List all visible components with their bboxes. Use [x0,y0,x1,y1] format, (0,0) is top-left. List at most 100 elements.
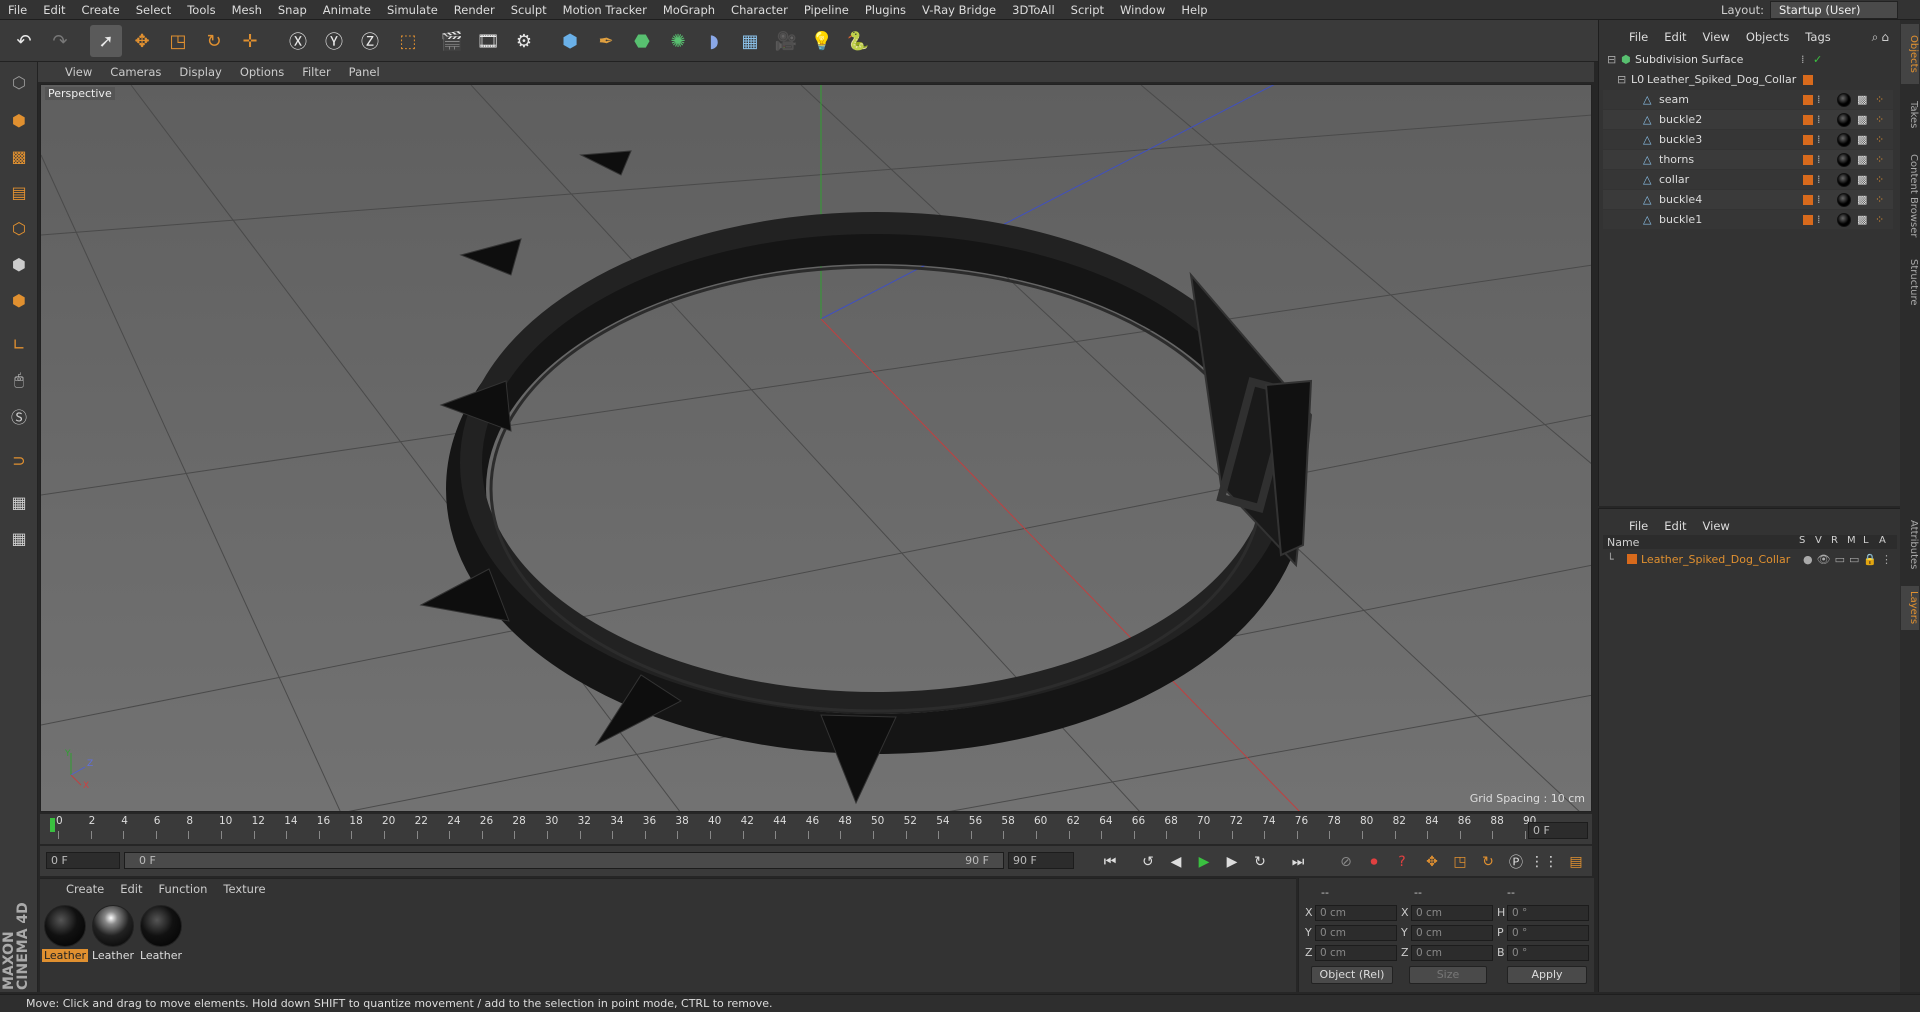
layer-tag-icon[interactable] [1803,135,1813,145]
render-view-icon[interactable]: 🎬 [436,25,468,57]
material-tag-icon[interactable] [1837,132,1851,147]
menu-item-edit[interactable]: Edit [35,3,73,17]
menu-item-animate[interactable]: Animate [315,3,379,17]
coordinate-system-icon[interactable]: ⬚ [392,25,424,57]
start-frame-field[interactable]: 0 F [46,852,120,869]
texture-tag-icon[interactable]: ▩ [1857,193,1867,206]
layer-tag-icon[interactable] [1803,195,1813,205]
menu-item-tools[interactable]: Tools [179,3,223,17]
object-row-seam[interactable]: △ seam ⁞ ▩ ⁘ [1603,90,1893,109]
visibility-dots-icon[interactable]: ⁞ [1817,113,1821,126]
object-row-thorns[interactable]: △ thorns ⁞ ▩ ⁘ [1603,150,1893,169]
material-tag-icon[interactable] [1837,152,1851,167]
visibility-dots-icon[interactable]: ⁞ [1817,153,1821,166]
render-picture-viewer-icon[interactable]: 🎞 [472,25,504,57]
key-pla-icon[interactable]: ⋮⋮ [1530,850,1558,874]
timeline-ruler[interactable]: 0 2 4 6 8 10 12 14 16 18 20 22 24 26 28 30 32 34 36 38 40 42 4… [40,814,1592,844]
apply-button[interactable]: Apply [1507,966,1587,984]
texture-mode-icon[interactable]: ▩ [3,140,35,172]
playhead[interactable] [50,818,55,832]
record-icon[interactable]: ⏺ [1362,850,1386,874]
current-frame-field[interactable]: 0 F [1528,822,1588,839]
range-slider[interactable]: 0 F 90 F [124,852,1004,869]
live-selection-icon[interactable]: ➚ [90,25,122,57]
object-row-parent[interactable]: ⊟ L0 Leather_Spiked_Dog_Collar [1603,70,1893,89]
material-swatch[interactable]: Leather [90,903,136,965]
side-tab-takes[interactable]: Takes [1901,90,1919,140]
material-tag-icon[interactable] [1837,192,1851,207]
key-position-icon[interactable]: ✥ [1420,850,1444,874]
coordinate-mode-select[interactable]: Object (Rel) [1311,966,1393,984]
deformer-icon[interactable]: ◗ [698,25,730,57]
go-to-start-icon[interactable]: ⏮ [1098,850,1122,874]
cube-icon[interactable]: ⬢ [554,25,586,57]
menu-item-window[interactable]: Window [1112,3,1173,17]
magnet-icon[interactable]: ⊃ [3,444,35,476]
size-mode-select[interactable]: Size [1409,966,1487,984]
locked-workplane-icon[interactable]: ▦ [3,486,35,518]
menu-item-character[interactable]: Character [723,3,796,17]
uvw-tag-icon[interactable]: ⁘ [1875,173,1884,186]
object-row-buckle4[interactable]: △ buckle4 ⁞ ▩ ⁘ [1603,190,1893,209]
layer-menu-view[interactable]: View [1695,519,1738,533]
collar-model[interactable] [419,150,1313,805]
model-mode-icon[interactable]: ⬢ [3,104,35,136]
side-tab-objects[interactable]: Objects [1901,24,1919,84]
viewport-menu-panel[interactable]: Panel [340,65,389,79]
object-menu-edit[interactable]: Edit [1656,30,1694,44]
position-field[interactable]: 0 cm [1315,905,1397,921]
next-key-icon[interactable]: ↻ [1248,850,1272,874]
texture-tag-icon[interactable]: ▩ [1857,173,1867,186]
uvw-tag-icon[interactable]: ⁘ [1875,193,1884,206]
menu-item-motion-tracker[interactable]: Motion Tracker [555,3,655,17]
axis-mode-icon[interactable]: ∟ [3,328,35,360]
menu-item-mograph[interactable]: MoGraph [655,3,723,17]
size-field[interactable]: 0 cm [1411,925,1493,941]
visibility-dots-icon[interactable]: ⁞ [1817,93,1821,106]
menu-item-pipeline[interactable]: Pipeline [796,3,857,17]
collapse-icon[interactable]: ⊟ [1607,53,1616,66]
python-icon[interactable]: 🐍 [842,25,874,57]
viewport[interactable]: Perspective Y Z X Grid Spacing : 10 cm ✥… [40,84,1592,812]
texture-tag-icon[interactable]: ▩ [1857,213,1867,226]
redo-icon[interactable]: ↷ [44,25,76,57]
visibility-dots-icon[interactable]: ⁞ [1817,193,1821,206]
mograph-icon[interactable]: ✺ [662,25,694,57]
uvw-tag-icon[interactable]: ⁘ [1875,113,1884,126]
object-row-buckle2[interactable]: △ buckle2 ⁞ ▩ ⁘ [1603,110,1893,129]
uvw-tag-icon[interactable]: ⁘ [1875,93,1884,106]
material-tag-icon[interactable] [1837,172,1851,187]
tweak-mode-icon[interactable]: 🖱 [3,364,35,396]
side-tab-content-browser[interactable]: Content Browser [1901,146,1919,246]
menu-item-render[interactable]: Render [446,3,503,17]
object-row-buckle1[interactable]: △ buckle1 ⁞ ▩ ⁘ [1603,210,1893,229]
collapse-icon[interactable]: ⊟ [1617,73,1626,86]
z-axis-lock-icon[interactable]: Ⓩ [354,25,386,57]
texture-tag-icon[interactable]: ▩ [1857,113,1867,126]
subdivision-icon[interactable]: ⬣ [626,25,658,57]
object-row-buckle3[interactable]: △ buckle3 ⁞ ▩ ⁘ [1603,130,1893,149]
layer-menu-file[interactable]: File [1621,519,1656,533]
object-menu-tags[interactable]: Tags [1797,30,1838,44]
enabled-check-icon[interactable]: ✓ [1813,53,1822,66]
side-tab-attributes[interactable]: Attributes [1901,510,1919,580]
rotation-field[interactable]: 0 ° [1507,945,1589,961]
material-swatch[interactable]: Leather [138,903,184,965]
y-axis-lock-icon[interactable]: Ⓨ [318,25,350,57]
menu-item-v-ray-bridge[interactable]: V-Ray Bridge [914,3,1004,17]
menu-item-mesh[interactable]: Mesh [224,3,270,17]
texture-tag-icon[interactable]: ▩ [1857,93,1867,106]
motion-path-icon[interactable]: ⊘ [1334,850,1358,874]
layer-tag-icon[interactable] [1803,115,1813,125]
object-menu-file[interactable]: File [1621,30,1656,44]
visibility-dots-icon[interactable]: ⁞ [1801,53,1805,66]
position-field[interactable]: 0 cm [1315,925,1397,941]
layer-flag-icons[interactable]: ●👁▭▭🔒⋮ [1803,553,1896,566]
x-axis-lock-icon[interactable]: Ⓧ [282,25,314,57]
layer-color-swatch[interactable] [1627,554,1637,564]
object-menu-view[interactable]: View [1695,30,1738,44]
material-menu-function[interactable]: Function [151,882,216,896]
material-tag-icon[interactable] [1837,92,1851,107]
layer-tag-icon[interactable] [1803,95,1813,105]
rotation-field[interactable]: 0 ° [1507,925,1589,941]
